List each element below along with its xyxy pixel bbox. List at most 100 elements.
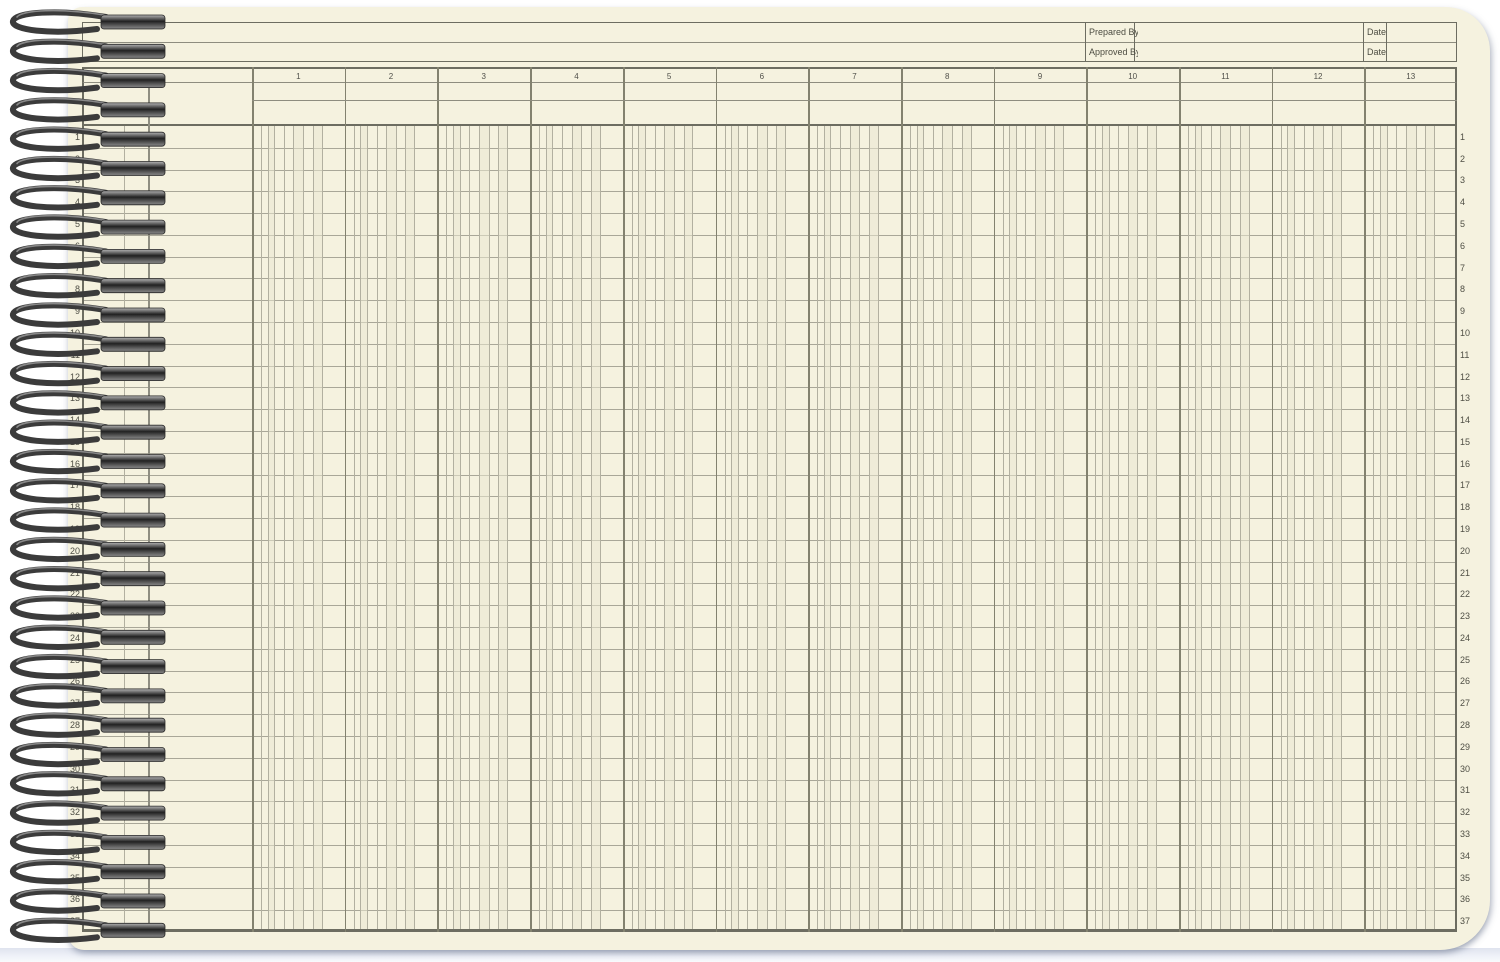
column-number: 3 bbox=[481, 72, 486, 81]
subcolumn-line bbox=[1380, 126, 1382, 929]
coil-hole-slug bbox=[100, 307, 166, 323]
coil-hole-slug bbox=[100, 805, 166, 821]
coil-hole-slug bbox=[100, 835, 166, 850]
subcolumn-line bbox=[599, 126, 601, 929]
coil-hole-slug bbox=[100, 161, 166, 176]
subcolumn-line bbox=[664, 126, 666, 929]
column-divider bbox=[344, 67, 347, 932]
coil-hole-slug bbox=[100, 893, 166, 909]
spiral-coil bbox=[10, 741, 166, 768]
grid-body bbox=[82, 126, 1457, 932]
subcolumn-line bbox=[539, 126, 541, 929]
spiral-coil bbox=[10, 360, 166, 387]
row-number: 3 bbox=[1460, 175, 1466, 186]
coil-hole-slug bbox=[100, 600, 166, 616]
subcolumn-line bbox=[823, 126, 825, 929]
column-number: 4 bbox=[574, 72, 579, 81]
subcolumn-line bbox=[446, 126, 448, 929]
row-number: 13 bbox=[1460, 393, 1471, 404]
subcolumn-line bbox=[916, 126, 918, 929]
spiral-coil bbox=[10, 67, 166, 94]
subcolumn-line bbox=[1239, 126, 1241, 929]
subcolumn-line bbox=[766, 126, 768, 929]
coil-hole-slug bbox=[100, 512, 166, 528]
column-number-strip: 1 2 3 4 5 6 7 8 9 10 11 12 13 bbox=[82, 67, 1457, 83]
subcolumn-line bbox=[692, 126, 694, 929]
subcolumn-line bbox=[1127, 126, 1129, 929]
subcolumn-tint bbox=[478, 126, 489, 929]
coil-hole-slug bbox=[100, 776, 166, 792]
subcolumn-tint bbox=[1239, 126, 1249, 929]
subcolumn-line bbox=[1230, 126, 1232, 929]
subcolumn-line bbox=[261, 126, 263, 929]
subcolumn-line bbox=[267, 126, 269, 929]
row-number: 32 bbox=[1460, 807, 1471, 818]
spiral-coil bbox=[10, 653, 166, 680]
spiral-coil bbox=[10, 155, 166, 182]
subcolumn-line bbox=[1101, 126, 1103, 929]
column-number: 5 bbox=[666, 72, 672, 81]
coil-hole-slug bbox=[100, 366, 166, 382]
subcolumn-line bbox=[1201, 126, 1203, 929]
subcolumn-line bbox=[1015, 126, 1017, 929]
subcolumn-line bbox=[840, 126, 842, 929]
subcolumn-line bbox=[1137, 126, 1139, 929]
spiral-coil bbox=[10, 331, 166, 357]
row-number: 1 bbox=[1460, 131, 1466, 142]
ledger-photo: Prepared By Date Approved By Date 123456… bbox=[0, 0, 1500, 962]
subcolumn-line bbox=[1095, 126, 1097, 929]
row-number: 26 bbox=[1460, 676, 1471, 687]
row-number: 34 bbox=[1460, 850, 1471, 861]
subcolumn-line bbox=[312, 126, 314, 929]
subcolumn-line bbox=[724, 126, 726, 929]
subcolumn-line bbox=[353, 126, 355, 929]
column-divider bbox=[1271, 67, 1274, 932]
subcolumn-line bbox=[1155, 126, 1157, 929]
subcolumn-line bbox=[507, 126, 509, 929]
subcolumn-tint bbox=[1054, 126, 1064, 929]
subcolumn-line bbox=[571, 126, 573, 929]
spiral-coil bbox=[10, 419, 166, 445]
spiral-coil bbox=[10, 829, 166, 856]
subcolumn-tint bbox=[1127, 126, 1138, 929]
subcolumn-line bbox=[631, 126, 633, 929]
column-number: 1 bbox=[296, 72, 301, 81]
subcolumn-line bbox=[1009, 126, 1011, 929]
date-field bbox=[1386, 23, 1460, 42]
column-number: 11 bbox=[1221, 72, 1230, 81]
subcolumn-line bbox=[1303, 126, 1305, 929]
subcolumn-line bbox=[1188, 126, 1190, 929]
row-number: 30 bbox=[1460, 763, 1471, 774]
row-number: 9 bbox=[1460, 306, 1466, 317]
coil-hole-slug bbox=[100, 424, 166, 440]
subcolumn-line bbox=[683, 126, 685, 929]
prepared-by-label: Prepared By bbox=[1089, 27, 1138, 37]
subcolumn-line bbox=[737, 126, 739, 929]
spiral-coil bbox=[10, 302, 166, 328]
subcolumn-line bbox=[1425, 126, 1427, 929]
column-number: 10 bbox=[1128, 72, 1138, 81]
subcolumn-line bbox=[488, 126, 490, 929]
spiral-coil bbox=[10, 888, 166, 914]
subcolumn-line bbox=[817, 126, 819, 929]
column-divider bbox=[900, 67, 903, 932]
table-surface bbox=[0, 948, 1500, 962]
column-divider bbox=[993, 67, 996, 932]
subcolumn-line bbox=[1293, 126, 1295, 929]
column-subheader bbox=[82, 83, 1457, 126]
row-number: 18 bbox=[1460, 502, 1471, 513]
spiral-coil bbox=[10, 536, 166, 563]
row-number: 33 bbox=[1460, 828, 1471, 839]
coil-hole-slug bbox=[100, 14, 166, 30]
subcolumn-tint bbox=[664, 126, 674, 929]
subcolumn-line bbox=[1210, 126, 1212, 929]
subcolumn-line bbox=[1313, 126, 1315, 929]
subcolumn-tint bbox=[1147, 126, 1156, 929]
subcolumn-tint bbox=[405, 126, 415, 929]
column-number: 8 bbox=[945, 72, 950, 81]
subcolumn-line bbox=[1194, 126, 1196, 929]
spiral-coil bbox=[10, 712, 166, 738]
subcolumn-line bbox=[360, 126, 362, 929]
subcolumn-line bbox=[581, 126, 583, 929]
coil-hole-slug bbox=[100, 73, 166, 88]
